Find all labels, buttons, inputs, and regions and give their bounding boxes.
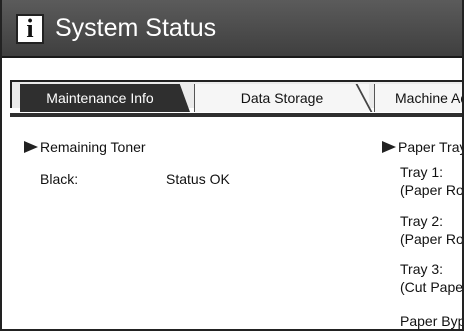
info-icon: i [16,14,44,44]
tray-3-name: Tray 3: [400,261,444,277]
paper-tray-label: Paper Tray [398,139,464,155]
black-toner-label: Black: [40,171,79,187]
tray-1-detail: (Paper Rol [400,182,464,198]
tab-underline [10,113,462,117]
tray-3-detail: (Cut Paper [400,279,464,295]
tab-maintenance-info[interactable]: Maintenance Info [20,84,190,112]
tab-machine-address[interactable]: Machine Ad [374,84,462,112]
status-content: Remaining Toner Black: Status OK Paper T… [2,118,464,329]
tab-data-storage[interactable]: Data Storage [194,84,369,112]
arrow-right-icon [24,141,38,153]
paper-bypass-name: Paper Bypa [400,313,462,329]
tray-1-name: Tray 1: [400,164,444,180]
page-title: System Status [55,14,217,42]
system-status-screen: i System Status Maintenance Info Data St… [0,0,464,331]
tray-2-name: Tray 2: [400,213,444,229]
title-bar: i System Status [2,0,462,58]
remaining-toner-label: Remaining Toner [40,139,146,155]
paper-tray-heading: Paper Tray [382,138,464,156]
black-toner-status: Status OK [166,171,230,187]
remaining-toner-heading: Remaining Toner [24,138,146,156]
arrow-right-icon [382,141,396,153]
tab-bar: Maintenance Info Data Storage Machine Ad [2,58,462,118]
tray-2-detail: (Paper Rol [400,231,464,247]
